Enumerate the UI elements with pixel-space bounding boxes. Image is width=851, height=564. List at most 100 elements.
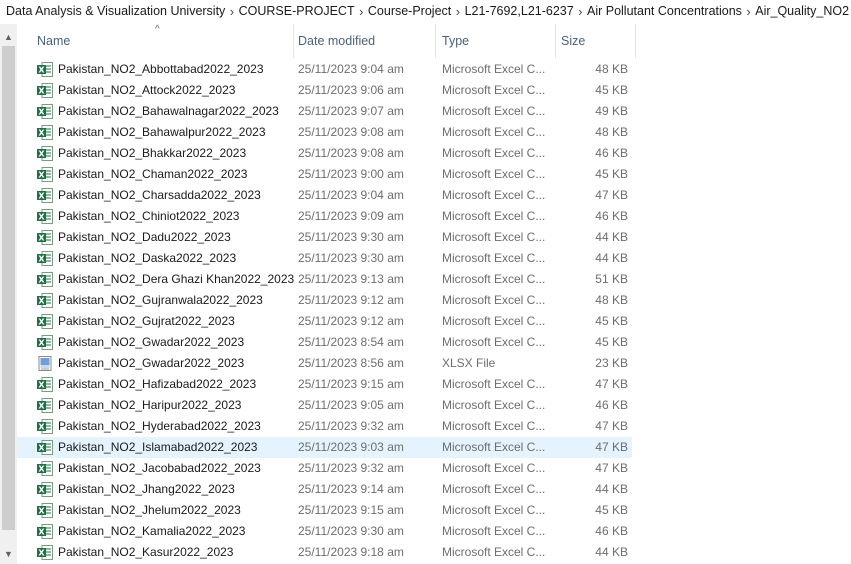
file-size: 46 KB [595,398,628,412]
file-name: Pakistan_NO2_Jhelum2022_2023 [58,503,241,517]
file-name: Pakistan_NO2_Gujrat2022_2023 [58,314,235,328]
file-row[interactable]: X Pakistan_NO2_Charsadda2022_2023 25/11/20… [17,185,851,206]
breadcrumb-item[interactable]: Air Pollutant Concentrations [585,4,744,18]
file-type: Microsoft Excel C... [442,461,546,475]
file-date-modified: 25/11/2023 9:04 am [298,62,404,76]
breadcrumb-item[interactable]: Data Analysis & Visualization University [0,4,227,18]
breadcrumb-chevron-icon[interactable]: › [357,4,366,19]
file-date-modified: 25/11/2023 9:30 am [298,230,404,244]
breadcrumb-chevron-icon[interactable]: › [227,4,236,19]
file-size: 51 KB [595,272,628,286]
file-type: Microsoft Excel C... [442,251,546,265]
file-row[interactable]: X Pakistan_NO2_Kamalia2022_2023 25/11/2023… [17,521,851,542]
breadcrumb-item[interactable]: COURSE-PROJECT [237,4,357,18]
scroll-down-arrow-icon[interactable]: ▼ [0,545,17,562]
file-date-modified: 25/11/2023 9:07 am [298,104,404,118]
file-size: 45 KB [595,167,628,181]
file-row[interactable]: X Pakistan_NO2_Daska2022_2023 25/11/2023 9… [17,248,851,269]
file-row[interactable]: X Pakistan_NO2_Gwadar2022_2023 25/11/2023 … [17,332,851,353]
excel-csv-icon: X [37,482,53,497]
breadcrumb-chevron-icon[interactable]: › [744,4,753,19]
excel-csv-icon: X [37,503,53,518]
column-header-date-label: Date modified [298,34,376,48]
scrollbar-thumb[interactable] [2,46,15,530]
file-name: Pakistan_NO2_Gwadar2022_2023 [58,356,245,370]
file-row[interactable]: Pakistan_NO2_Gwadar2022_2023 25/11/2023 8… [17,353,851,374]
column-header-date[interactable]: Date modified [290,24,436,58]
svg-text:X: X [38,444,45,453]
svg-text:X: X [38,507,45,516]
svg-text:X: X [38,402,45,411]
file-row[interactable]: X Pakistan_NO2_Abbottabad2022_2023 25/11/2… [17,59,851,80]
file-size: 48 KB [595,62,628,76]
excel-csv-icon: X [37,419,53,434]
breadcrumb: Data Analysis & Visualization University… [0,0,851,22]
file-row[interactable]: X Pakistan_NO2_Bhakkar2022_2023 25/11/2023… [17,143,851,164]
file-type: XLSX File [442,356,496,370]
file-size: 44 KB [595,230,628,244]
breadcrumb-item[interactable]: Air_Quality_NO2 [753,4,851,18]
file-date-modified: 25/11/2023 9:08 am [298,125,404,139]
file-row[interactable]: X Pakistan_NO2_Jhelum2022_2023 25/11/2023 … [17,500,851,521]
file-date-modified: 25/11/2023 9:06 am [298,83,404,97]
file-row[interactable]: X Pakistan_NO2_Chiniot2022_2023 25/11/2023… [17,206,851,227]
file-type: Microsoft Excel C... [442,125,546,139]
file-type: Microsoft Excel C... [442,314,546,328]
breadcrumb-item[interactable]: Course-Project [366,4,453,18]
file-date-modified: 25/11/2023 9:30 am [298,251,404,265]
file-row[interactable]: X Pakistan_NO2_Haripur2022_2023 25/11/2023… [17,395,851,416]
file-type: Microsoft Excel C... [442,524,546,538]
file-name: Pakistan_NO2_Dadu2022_2023 [58,230,231,244]
file-size: 44 KB [595,251,628,265]
breadcrumb-chevron-icon[interactable]: › [453,4,462,19]
column-header-size[interactable]: Size [553,24,636,58]
file-name: Pakistan_NO2_Islamabad2022_2023 [58,440,258,454]
file-row[interactable]: X Pakistan_NO2_Dera Ghazi Khan2022_2023 25… [17,269,851,290]
column-header-type-label: Type [442,34,470,48]
file-date-modified: 25/11/2023 9:15 am [298,503,404,517]
file-date-modified: 25/11/2023 9:04 am [298,188,404,202]
excel-csv-icon: X [37,524,53,539]
file-size: 47 KB [595,377,628,391]
file-size: 47 KB [595,188,628,202]
excel-csv-icon: X [37,293,53,308]
file-name: Pakistan_NO2_Hyderabad2022_2023 [58,419,261,433]
column-header-name[interactable]: Name [29,24,294,58]
file-name: Pakistan_NO2_Attock2022_2023 [58,83,236,97]
file-row[interactable]: X Pakistan_NO2_Bahawalnagar2022_2023 25/11… [17,101,851,122]
file-type: Microsoft Excel C... [442,83,546,97]
scroll-up-arrow-icon[interactable]: ▲ [0,28,17,45]
vertical-scrollbar[interactable]: ▲ ▼ [0,24,17,564]
file-row[interactable]: X Pakistan_NO2_Dadu2022_2023 25/11/2023 9:… [17,227,851,248]
file-row[interactable]: X Pakistan_NO2_Gujranwala2022_2023 25/11/2… [17,290,851,311]
svg-text:X: X [38,486,45,495]
file-row[interactable]: X Pakistan_NO2_Hyderabad2022_2023 25/11/20… [17,416,851,437]
file-size: 44 KB [595,545,628,559]
file-row[interactable]: X Pakistan_NO2_Kasur2022_2023 25/11/2023 9… [17,542,851,563]
svg-text:X: X [38,465,45,474]
file-size: 47 KB [595,440,628,454]
file-row[interactable]: X Pakistan_NO2_Islamabad2022_2023 25/11/20… [17,437,632,458]
excel-csv-icon: X [37,209,53,224]
excel-csv-icon: X [37,188,53,203]
file-row[interactable]: X Pakistan_NO2_Attock2022_2023 25/11/2023 … [17,80,851,101]
svg-text:X: X [38,192,45,201]
file-row[interactable]: X Pakistan_NO2_Chaman2022_2023 25/11/2023 … [17,164,851,185]
file-date-modified: 25/11/2023 9:12 am [298,314,404,328]
file-row[interactable]: X Pakistan_NO2_Jhang2022_2023 25/11/2023 9… [17,479,851,500]
file-row[interactable]: X Pakistan_NO2_Hafizabad2022_2023 25/11/20… [17,374,851,395]
file-size: 45 KB [595,314,628,328]
file-type: Microsoft Excel C... [442,188,546,202]
file-size: 46 KB [595,209,628,223]
file-row[interactable]: X Pakistan_NO2_Bahawalpur2022_2023 25/11/2… [17,122,851,143]
file-size: 23 KB [595,356,628,370]
file-row[interactable]: X Pakistan_NO2_Jacobabad2022_2023 25/11/20… [17,458,851,479]
file-row[interactable]: X Pakistan_NO2_Gujrat2022_2023 25/11/2023 … [17,311,851,332]
breadcrumb-chevron-icon[interactable]: › [576,4,585,19]
svg-text:X: X [38,318,45,327]
file-name: Pakistan_NO2_Kamalia2022_2023 [58,524,246,538]
file-name: Pakistan_NO2_Bahawalnagar2022_2023 [58,104,279,118]
breadcrumb-item[interactable]: L21-7692,L21-6237 [463,4,576,18]
column-header-type[interactable]: Type [434,24,556,58]
file-name: Pakistan_NO2_Chiniot2022_2023 [58,209,240,223]
